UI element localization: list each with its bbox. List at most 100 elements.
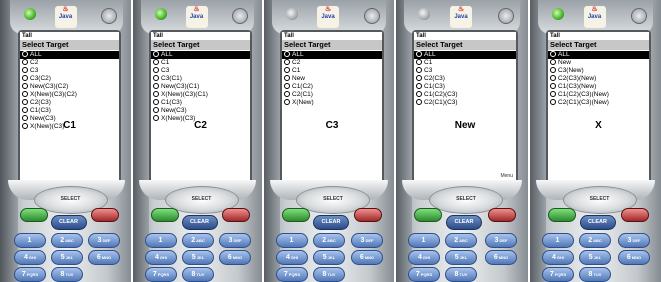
keypad-key-3[interactable]: 3DEF — [219, 233, 251, 248]
keypad-key-4[interactable]: 4GHI — [145, 250, 177, 265]
radio-button-icon[interactable] — [22, 90, 28, 97]
radio-button-icon[interactable] — [416, 74, 422, 81]
call-key-icon[interactable] — [548, 208, 576, 222]
keypad-key-1[interactable]: 1 — [542, 233, 574, 248]
radio-button-icon[interactable] — [284, 50, 290, 57]
call-key-icon[interactable] — [151, 208, 179, 222]
target-option[interactable]: C2(C3) — [20, 98, 119, 107]
target-option[interactable]: C1(C3) — [151, 98, 250, 107]
keypad-key-4[interactable]: 4GHI — [542, 250, 574, 265]
radio-button-icon[interactable] — [550, 98, 556, 105]
clear-key[interactable]: CLEAR — [446, 215, 482, 230]
target-option[interactable]: X(New)(C3)(C2) — [20, 90, 119, 99]
keypad-key-6[interactable]: 6MNO — [219, 250, 251, 265]
target-option[interactable]: C3(New) — [548, 66, 649, 75]
target-option[interactable]: X(New) — [282, 98, 382, 107]
target-option[interactable]: C2(C3) — [414, 74, 516, 83]
side-button-icon[interactable] — [364, 8, 380, 24]
keypad-key-3[interactable]: 3DEF — [88, 233, 120, 248]
clear-key[interactable]: CLEAR — [313, 215, 349, 230]
keypad-key-2[interactable]: 2ABC — [579, 233, 611, 248]
keypad-key-6[interactable]: 6MNO — [88, 250, 120, 265]
side-button-icon[interactable] — [631, 8, 647, 24]
radio-button-icon[interactable] — [284, 98, 290, 105]
target-option[interactable]: ALL — [414, 50, 516, 59]
target-option[interactable]: C1(C2) — [282, 82, 382, 91]
target-option[interactable]: New(C3) — [151, 106, 250, 115]
call-key-icon[interactable] — [282, 208, 310, 222]
keypad-key-8[interactable]: 8TUV — [182, 267, 214, 282]
radio-button-icon[interactable] — [416, 50, 422, 57]
keypad-key-6[interactable]: 6MNO — [485, 250, 517, 265]
target-option[interactable]: C3 — [414, 66, 516, 75]
keypad-key-8[interactable]: 8TUV — [579, 267, 611, 282]
target-option[interactable]: C2(C1) — [282, 90, 382, 99]
keypad-key-7[interactable]: 7PQRS — [408, 267, 440, 282]
keypad-key-5[interactable]: 5JKL — [182, 250, 214, 265]
target-option[interactable]: C1(C3) — [20, 106, 119, 115]
target-option[interactable]: C3(C1) — [151, 74, 250, 83]
radio-button-icon[interactable] — [22, 82, 28, 89]
radio-button-icon[interactable] — [416, 82, 422, 89]
target-option[interactable]: C2(C1)(C3)(New) — [548, 98, 649, 107]
radio-button-icon[interactable] — [284, 74, 290, 81]
radio-button-icon[interactable] — [22, 74, 28, 81]
radio-button-icon[interactable] — [284, 82, 290, 89]
target-option[interactable]: New — [282, 74, 382, 83]
target-option[interactable]: New — [548, 58, 649, 67]
keypad-key-7[interactable]: 7PQRS — [542, 267, 574, 282]
keypad-key-1[interactable]: 1 — [145, 233, 177, 248]
keypad-key-5[interactable]: 5JKL — [579, 250, 611, 265]
keypad-key-2[interactable]: 2ABC — [51, 233, 83, 248]
side-button-icon[interactable] — [232, 8, 248, 24]
radio-button-icon[interactable] — [153, 90, 159, 97]
keypad-key-4[interactable]: 4GHI — [14, 250, 46, 265]
keypad-key-2[interactable]: 2ABC — [313, 233, 345, 248]
target-option[interactable]: C2(C1)(C3) — [414, 98, 516, 107]
radio-button-icon[interactable] — [22, 50, 28, 57]
keypad-key-7[interactable]: 7PQRS — [14, 267, 46, 282]
keypad-key-8[interactable]: 8TUV — [51, 267, 83, 282]
target-option[interactable]: ALL — [548, 50, 649, 59]
radio-button-icon[interactable] — [284, 66, 290, 73]
radio-button-icon[interactable] — [284, 90, 290, 97]
keypad-key-4[interactable]: 4GHI — [408, 250, 440, 265]
target-option[interactable]: ALL — [20, 50, 119, 59]
keypad-key-5[interactable]: 5JKL — [313, 250, 345, 265]
target-option[interactable]: C1(C2)(C3)(New) — [548, 90, 649, 99]
keypad-key-7[interactable]: 7PQRS — [276, 267, 308, 282]
target-option[interactable]: C1(C3) — [414, 82, 516, 91]
keypad-key-7[interactable]: 7PQRS — [145, 267, 177, 282]
radio-button-icon[interactable] — [153, 106, 159, 113]
target-option[interactable]: X(New)(C3)(C1) — [151, 90, 250, 99]
keypad-key-1[interactable]: 1 — [408, 233, 440, 248]
target-option[interactable]: C1(C2)(C3) — [414, 90, 516, 99]
keypad-key-3[interactable]: 3DEF — [485, 233, 517, 248]
radio-button-icon[interactable] — [416, 98, 422, 105]
radio-button-icon[interactable] — [550, 66, 556, 73]
call-key-icon[interactable] — [414, 208, 442, 222]
target-option[interactable]: C1(C3)(New) — [548, 82, 649, 91]
target-option[interactable]: C1 — [151, 58, 250, 67]
radio-button-icon[interactable] — [22, 58, 28, 65]
target-option[interactable]: C2(C3)(New) — [548, 74, 649, 83]
radio-button-icon[interactable] — [153, 82, 159, 89]
target-option[interactable]: C3(C2) — [20, 74, 119, 83]
clear-key[interactable]: CLEAR — [181, 215, 218, 230]
target-option[interactable]: ALL — [151, 50, 250, 59]
keypad-key-2[interactable]: 2ABC — [182, 233, 214, 248]
target-option[interactable]: New(C3)(C1) — [151, 82, 250, 91]
keypad-key-1[interactable]: 1 — [276, 233, 308, 248]
radio-button-icon[interactable] — [153, 98, 159, 105]
radio-button-icon[interactable] — [416, 66, 422, 73]
radio-button-icon[interactable] — [416, 90, 422, 97]
keypad-key-3[interactable]: 3DEF — [351, 233, 383, 248]
end-key-icon[interactable] — [354, 208, 382, 222]
keypad-key-8[interactable]: 8TUV — [445, 267, 477, 282]
radio-button-icon[interactable] — [22, 106, 28, 113]
keypad-key-1[interactable]: 1 — [14, 233, 46, 248]
clear-key[interactable]: CLEAR — [50, 215, 87, 230]
end-key-icon[interactable] — [488, 208, 516, 222]
radio-button-icon[interactable] — [153, 66, 159, 73]
radio-button-icon[interactable] — [22, 98, 28, 105]
